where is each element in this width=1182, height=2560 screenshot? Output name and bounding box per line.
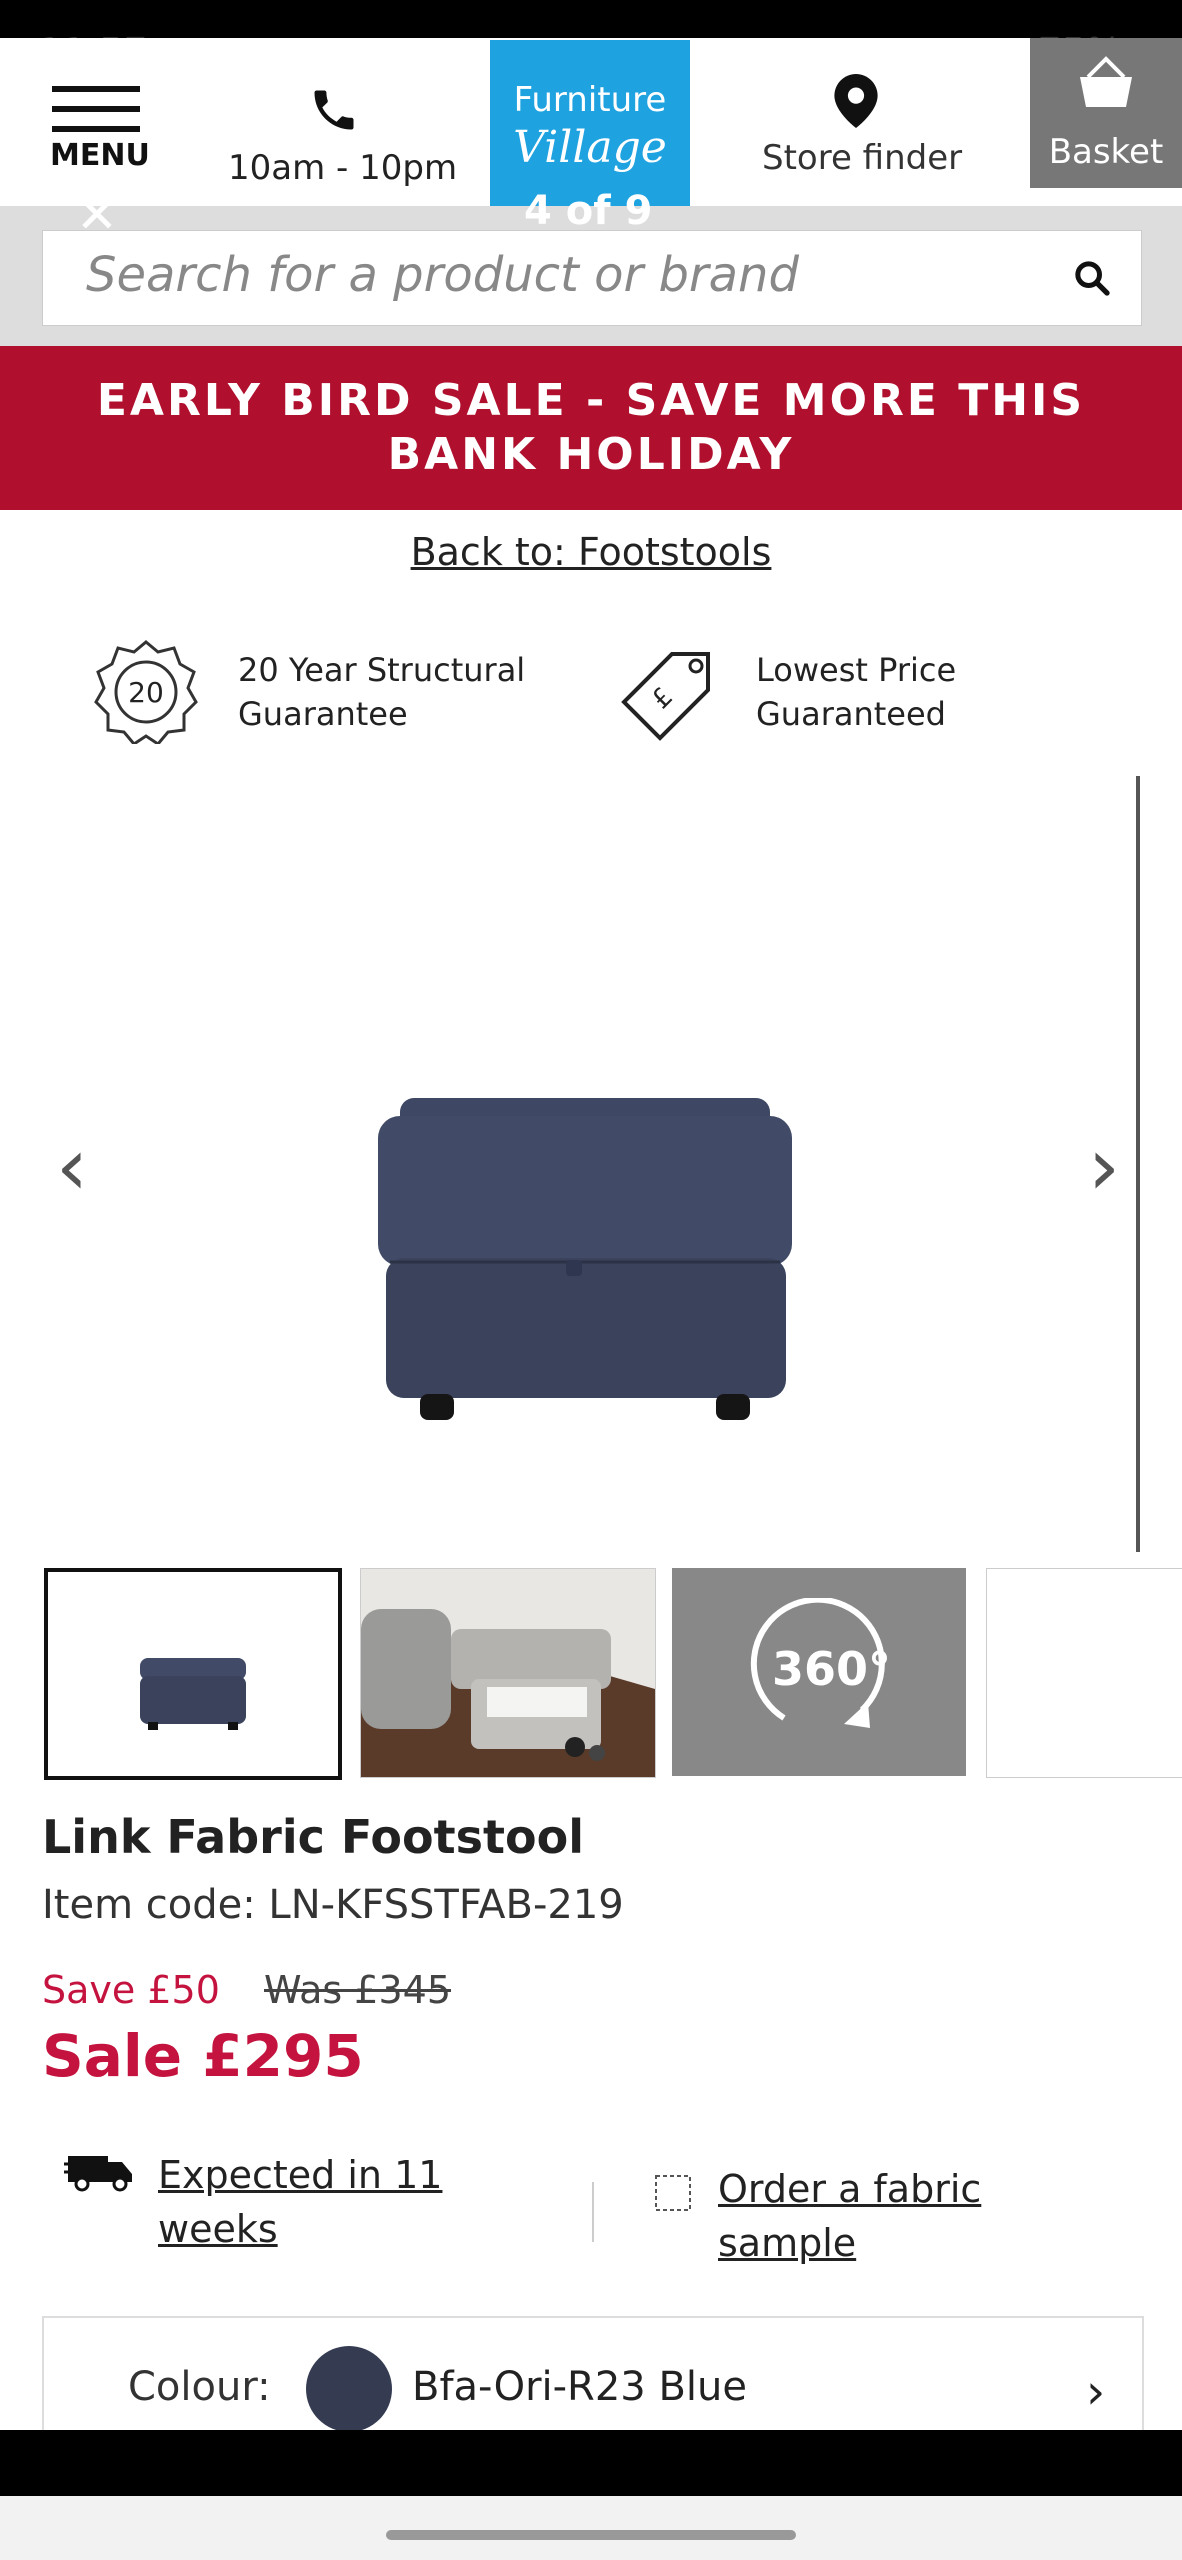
structural-guarantee: 20 Year Structural Guarantee bbox=[238, 648, 525, 736]
colour-value: Bfa-Ori-R23 Blue bbox=[412, 2364, 747, 2410]
fabric-swatch-icon bbox=[650, 2170, 696, 2220]
basket-label: Basket bbox=[1048, 132, 1164, 172]
svg-text:£: £ bbox=[646, 682, 679, 715]
chevron-right-icon[interactable]: › bbox=[1086, 2364, 1105, 2420]
promo-banner[interactable]: EARLY BIRD SALE - SAVE MORE THIS BANK HO… bbox=[0, 346, 1182, 510]
search-icon[interactable] bbox=[1072, 258, 1112, 302]
basket-icon bbox=[1080, 56, 1132, 107]
guarantee-line: Guarantee bbox=[238, 695, 408, 733]
product-title: Link Fabric Footstool bbox=[42, 1810, 584, 1864]
delivery-van-icon bbox=[64, 2150, 136, 2198]
order-fabric-sample-link[interactable]: Order a fabric sample bbox=[718, 2162, 1058, 2270]
phone-icon[interactable] bbox=[308, 84, 360, 140]
store-finder-link[interactable]: Store finder bbox=[762, 138, 962, 178]
gesture-area bbox=[0, 2496, 1182, 2560]
logo-line1: Furniture bbox=[513, 80, 667, 120]
thumbnail-360-view[interactable]: 360° bbox=[672, 1568, 966, 1776]
next-image-arrow[interactable]: › bbox=[1088, 1120, 1120, 1213]
logo-line2: Village bbox=[513, 122, 667, 173]
basket-button[interactable]: Basket bbox=[1030, 38, 1182, 188]
thumbnail-4[interactable] bbox=[986, 1568, 1182, 1778]
brand-logo[interactable]: Furniture Village bbox=[490, 40, 690, 206]
expected-delivery-link[interactable]: Expected in 11 weeks bbox=[158, 2148, 478, 2256]
thumbnail-360-label: 360° bbox=[772, 1642, 892, 1696]
twenty-year-badge-icon: 20 bbox=[94, 640, 198, 746]
guarantee-line: Guaranteed bbox=[756, 695, 946, 733]
divider bbox=[592, 2182, 594, 2242]
badge-number: 20 bbox=[128, 676, 164, 709]
thumbnail-1[interactable] bbox=[44, 1568, 342, 1780]
price-tag-icon: £ bbox=[612, 640, 722, 748]
guarantee-line: 20 Year Structural bbox=[238, 651, 526, 689]
back-to-footstools-link[interactable]: Back to: Footstools bbox=[0, 530, 1182, 574]
was-price: Was £345 bbox=[264, 1968, 452, 2012]
menu-button[interactable]: MENU bbox=[50, 138, 150, 173]
item-code: Item code: LN-KFSSTFAB-219 bbox=[42, 1882, 624, 1928]
sale-price: Sale £295 bbox=[42, 2022, 364, 2090]
save-amount: Save £50 bbox=[42, 1968, 220, 2012]
thumbnail-2[interactable] bbox=[360, 1568, 656, 1778]
status-bar bbox=[0, 0, 1182, 38]
previous-image-arrow[interactable]: ‹ bbox=[56, 1120, 88, 1213]
lowest-price-guarantee: Lowest Price Guaranteed bbox=[756, 648, 956, 736]
opening-hours[interactable]: 10am - 10pm bbox=[228, 148, 457, 188]
colour-label: Colour: bbox=[128, 2364, 271, 2410]
promo-banner-text: EARLY BIRD SALE - SAVE MORE THIS BANK HO… bbox=[96, 375, 1086, 480]
search-input[interactable] bbox=[84, 244, 988, 306]
menu-icon[interactable] bbox=[52, 86, 140, 146]
colour-swatch bbox=[306, 2346, 392, 2432]
image-counter: 4 of 9 bbox=[524, 188, 653, 234]
home-gesture-pill[interactable] bbox=[386, 2530, 796, 2540]
guarantee-line: Lowest Price bbox=[756, 651, 957, 689]
image-scrollbar[interactable] bbox=[1136, 776, 1140, 1552]
location-pin-icon[interactable] bbox=[834, 74, 878, 132]
product-main-image[interactable] bbox=[370, 1090, 800, 1440]
